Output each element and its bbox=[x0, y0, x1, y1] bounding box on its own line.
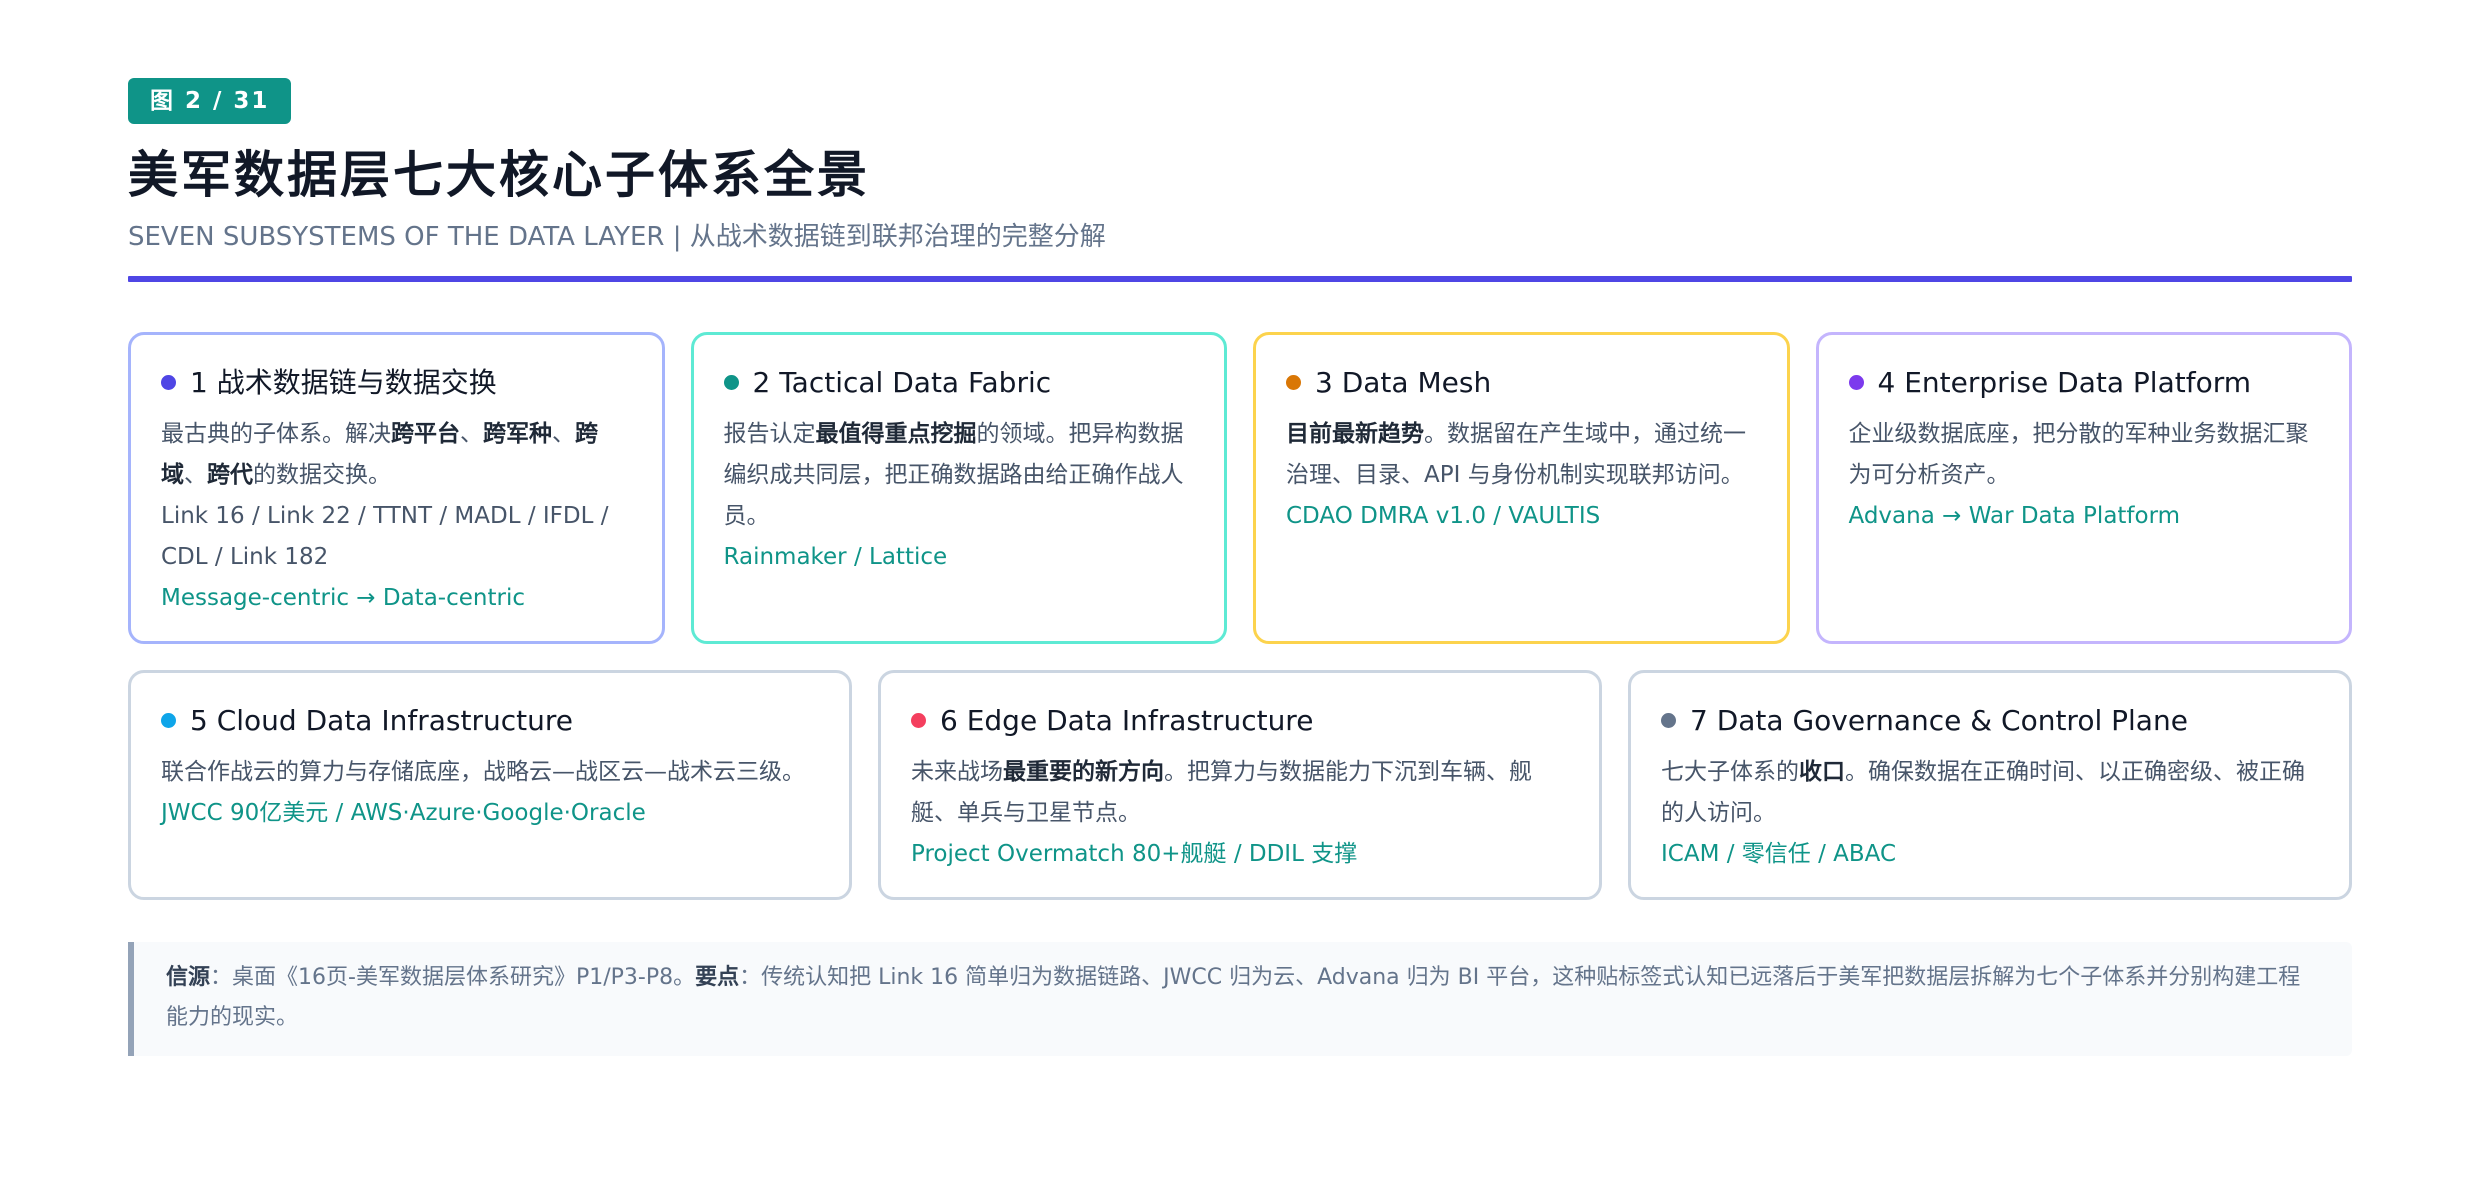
card-accent-line: Advana → War Data Platform bbox=[1848, 503, 2181, 530]
source-text: ：桌面《16页-美军数据层体系研究》P1/P3-P8。 bbox=[210, 965, 696, 991]
source-label: 信源 bbox=[166, 965, 211, 991]
bullet-dot-icon bbox=[161, 713, 176, 729]
subsystem-card-1: 1 战术数据链与数据交换最古典的子体系。解决跨平台、跨军种、跨域、跨代的数据交换… bbox=[128, 332, 665, 645]
bullet-dot-icon bbox=[1848, 375, 1864, 391]
card-description: 报告认定最值得重点挖掘的领域。把异构数据编织成共同层，把正确数据路由给正确作战人… bbox=[724, 414, 1195, 537]
card-title: 7 Data Governance & Control Plane bbox=[1690, 704, 2188, 738]
card-accent-line: JWCC 90亿美元 / AWS·Azure·Google·Oracle bbox=[161, 800, 646, 827]
card-title: 4 Enterprise Data Platform bbox=[1877, 366, 2252, 400]
card-text: 七大子体系的 bbox=[1661, 759, 1799, 786]
card-header: 6 Edge Data Infrastructure bbox=[911, 701, 1569, 740]
card-text: 报告认定 bbox=[723, 421, 816, 448]
card-title: 5 Cloud Data Infrastructure bbox=[190, 704, 573, 738]
card-emphasis: 目前最新趋势 bbox=[1286, 421, 1424, 448]
bullet-dot-icon bbox=[1661, 713, 1676, 729]
card-description: 目前最新趋势。数据留在产生域中，通过统一治理、目录、API 与身份机制实现联邦访… bbox=[1286, 414, 1757, 496]
cards-row-2: 5 Cloud Data Infrastructure 联合作战云的算力与存储底座… bbox=[128, 670, 2352, 901]
card-header: 3 Data Mesh bbox=[1286, 363, 1757, 402]
card-title: 2 Tactical Data Fabric bbox=[752, 366, 1052, 400]
card-text: 联合作战云的算力与存储底座，战略云—战区云—战术云三级。 bbox=[161, 759, 805, 786]
page-title: 美军数据层七大核心子体系全景 bbox=[128, 146, 870, 204]
card-text: 的数据交换。 bbox=[253, 462, 391, 489]
card-text: 、 bbox=[184, 462, 207, 489]
subsystem-card-6: 6 Edge Data Infrastructure 未来战场最重要的新方向。把算… bbox=[878, 670, 1602, 901]
card-emphasis: 最值得重点挖掘 bbox=[815, 421, 977, 448]
title-divider bbox=[128, 276, 2352, 283]
card-emphasis: 跨平台 bbox=[391, 421, 460, 448]
subsystem-card-7: 7 Data Governance & Control Plane 七大子体系的收… bbox=[1628, 670, 2352, 901]
card-accent-line: Rainmaker / Lattice bbox=[723, 544, 948, 571]
card-accent-line: Project Overmatch 80+舰艇 / DDIL 支撑 bbox=[911, 841, 1358, 868]
card-text: 、 bbox=[552, 421, 575, 448]
card-text: 未来战场 bbox=[911, 759, 1003, 786]
card-accent-line: Message-centric → Data-centric bbox=[161, 585, 525, 612]
bullet-dot-icon bbox=[1286, 375, 1301, 391]
subsystem-card-4: 4 Enterprise Data Platform 企业级数据底座，把分散的军种… bbox=[1815, 332, 2352, 645]
figure-badge: 图 2 / 31 bbox=[128, 78, 292, 124]
subsystem-card-3: 3 Data Mesh 目前最新趋势。数据留在产生域中，通过统一治理、目录、API… bbox=[1253, 332, 1790, 645]
card-accent-line: CDAO DMRA v1.0 / VAULTIS bbox=[1286, 503, 1601, 530]
bullet-dot-icon bbox=[911, 713, 926, 729]
card-title: 1 战术数据链与数据交换 bbox=[190, 366, 497, 400]
card-header: 4 Enterprise Data Platform bbox=[1848, 363, 2320, 402]
page-subtitle: SEVEN SUBSYSTEMS OF THE DATA LAYER | 从战术… bbox=[128, 221, 1106, 252]
card-description: 最古典的子体系。解决跨平台、跨军种、跨域、跨代的数据交换。 bbox=[161, 414, 632, 496]
card-text: 企业级数据底座，把分散的军种业务数据汇聚为可分析资产。 bbox=[1848, 421, 2309, 489]
card-header: 5 Cloud Data Infrastructure bbox=[161, 701, 819, 740]
page: 图 2 / 31 美军数据层七大核心子体系全景 SEVEN SUBSYSTEMS… bbox=[0, 0, 2480, 1202]
bullet-dot-icon bbox=[723, 375, 739, 391]
card-title: 3 Data Mesh bbox=[1315, 366, 1492, 400]
card-description: 七大子体系的收口。确保数据在正确时间、以正确密级、被正确的人访问。 bbox=[1661, 752, 2319, 834]
card-description: 联合作战云的算力与存储底座，战略云—战区云—战术云三级。 bbox=[161, 752, 819, 793]
bullet-dot-icon bbox=[161, 375, 176, 391]
card-emphasis: 收口 bbox=[1799, 759, 1845, 786]
key-label: 要点 bbox=[695, 965, 740, 991]
cards-row-1: 1 战术数据链与数据交换最古典的子体系。解决跨平台、跨军种、跨域、跨代的数据交换… bbox=[128, 332, 2352, 645]
subsystem-card-5: 5 Cloud Data Infrastructure 联合作战云的算力与存储底座… bbox=[128, 670, 852, 901]
card-description: 未来战场最重要的新方向。把算力与数据能力下沉到车辆、舰艇、单兵与卫星节点。 bbox=[911, 752, 1569, 834]
card-header: 7 Data Governance & Control Plane bbox=[1661, 701, 2319, 740]
card-emphasis: 跨代 bbox=[207, 462, 253, 489]
source-note: 信源：桌面《16页-美军数据层体系研究》P1/P3-P8。要点：传统认知把 Li… bbox=[128, 942, 2352, 1057]
card-header: 2 Tactical Data Fabric bbox=[723, 363, 1195, 402]
card-description: 企业级数据底座，把分散的军种业务数据汇聚为可分析资产。 bbox=[1849, 414, 2320, 496]
card-title: 6 Edge Data Infrastructure bbox=[940, 704, 1314, 738]
card-emphasis: 跨军种 bbox=[483, 421, 552, 448]
subsystem-card-2: 2 Tactical Data Fabric 报告认定最值得重点挖掘的领域。把异构… bbox=[690, 332, 1227, 645]
card-tag-list: Link 16 / Link 22 / TTNT / MADL / IFDL /… bbox=[161, 503, 609, 571]
card-accent-line: ICAM / 零信任 / ABAC bbox=[1661, 841, 1897, 868]
card-text: 、 bbox=[460, 421, 483, 448]
card-text: 最古典的子体系。解决 bbox=[161, 421, 391, 448]
card-header: 1 战术数据链与数据交换 bbox=[161, 363, 632, 402]
card-emphasis: 最重要的新方向 bbox=[1003, 759, 1164, 786]
